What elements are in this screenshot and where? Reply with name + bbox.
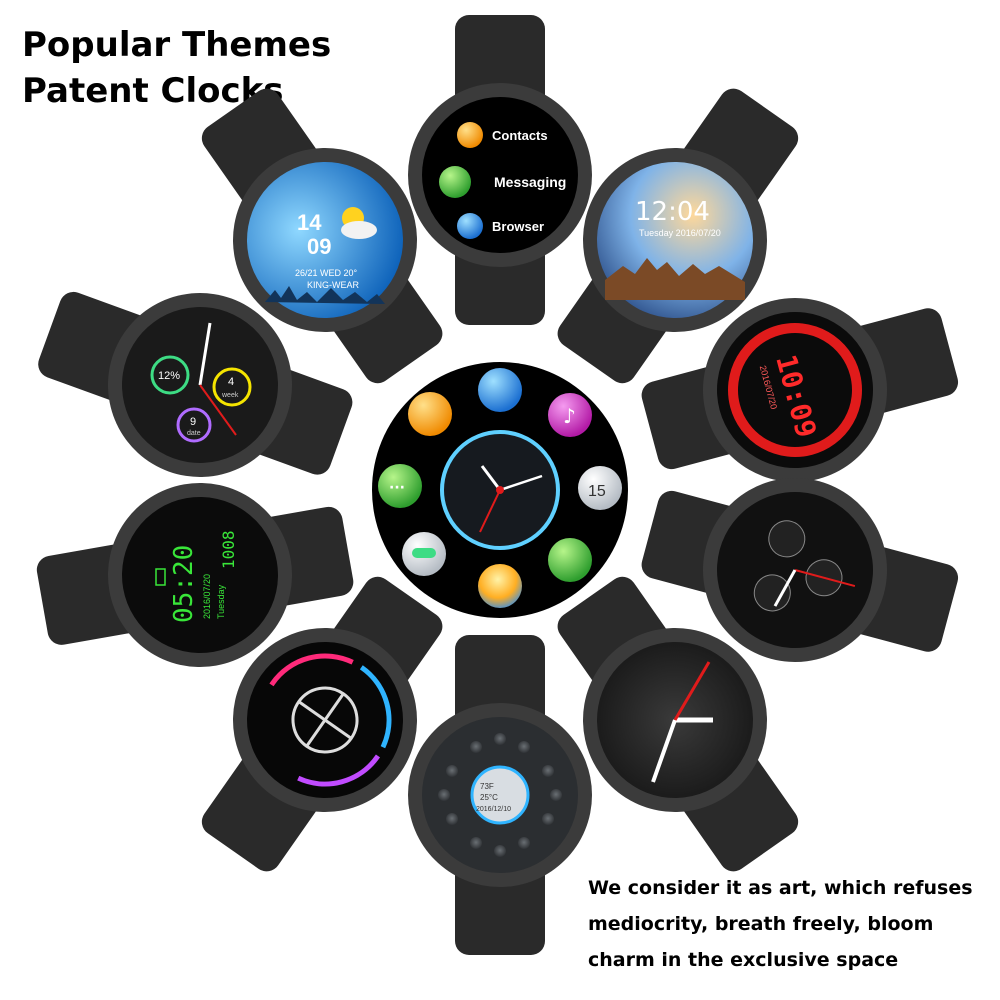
ring-2-unit: week (221, 392, 239, 399)
weather-minute: 09 (307, 234, 331, 259)
app-messages[interactable]: ··· (378, 464, 422, 508)
app-globe[interactable] (478, 368, 522, 412)
green-time: 05:20 (169, 545, 199, 623)
watch-collage: Contacts Messaging Browser 14 09 26/21 W… (36, 15, 959, 955)
city-date: Tuesday 2016/07/20 (639, 228, 721, 238)
tagline-line-2: mediocrity, breath freely, bloom (588, 913, 934, 935)
menu-label: Messaging (494, 174, 566, 190)
app-music[interactable]: ♪ (548, 393, 592, 437)
app-ball[interactable] (478, 564, 522, 608)
fitness-icon (548, 538, 592, 582)
dial-temp: 25°C (480, 793, 498, 802)
green-date: 2016/07/20 (202, 574, 212, 619)
cloud-icon (341, 221, 377, 239)
svg-text:···: ··· (389, 480, 405, 496)
dial-date: 2016/12/10 (476, 806, 511, 813)
watch-menu: Contacts Messaging Browser (408, 15, 592, 325)
dial-temp-f: 73F (480, 782, 494, 791)
app-fitness[interactable] (548, 538, 592, 582)
svg-text:♪: ♪ (563, 404, 576, 428)
messaging-icon (439, 166, 471, 198)
ring-1-value: 12% (158, 370, 180, 382)
green-steps: 1008 (219, 530, 238, 569)
browser-icon (457, 213, 483, 239)
weather-info: 26/21 WED 20° (295, 268, 358, 278)
ring-3-unit: date (187, 430, 201, 437)
tagline-line-3: charm in the exclusive space (588, 949, 899, 971)
menu-label: Browser (492, 219, 544, 234)
calendar-day: 15 (588, 483, 606, 500)
app-settings[interactable] (402, 532, 446, 576)
launcher: ♪ 15 ··· (372, 362, 628, 618)
weather-hour: 14 (297, 210, 322, 235)
menu-label: Contacts (492, 128, 548, 143)
tagline: We consider it as art, which refuses med… (588, 870, 993, 978)
app-contacts[interactable] (408, 392, 452, 436)
green-day: Tuesday (216, 584, 226, 619)
watch-dots: 73F 25°C 2016/12/10 (408, 635, 592, 955)
ball-icon (478, 564, 522, 608)
app-calendar[interactable]: 15 (578, 466, 622, 510)
contacts-icon (457, 122, 483, 148)
ring-2-value: 4 (228, 376, 234, 388)
ring-3-value: 9 (190, 416, 196, 428)
globe-icon (478, 368, 522, 412)
contacts-icon (408, 392, 452, 436)
weather-brand: KING-WEAR (307, 280, 360, 290)
tagline-line-1: We consider it as art, which refuses (588, 877, 973, 899)
city-time: 12:04 (635, 197, 710, 227)
